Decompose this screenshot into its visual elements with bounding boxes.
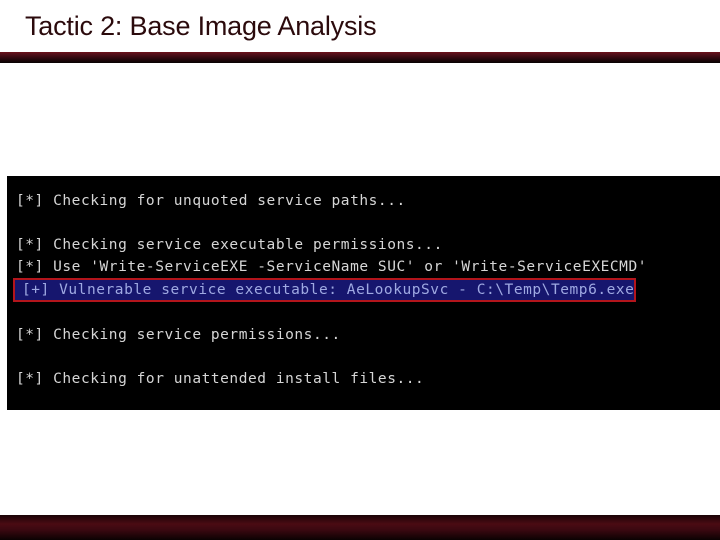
- terminal-line-highlighted: [+] Vulnerable service executable: AeLoo…: [7, 278, 720, 302]
- terminal-line: [*] Checking service permissions...: [16, 327, 341, 343]
- terminal-line-list: [*] Checking for unquoted service paths.…: [7, 190, 720, 390]
- terminal-line: [*] Use 'Write-ServiceEXE -ServiceName S…: [16, 259, 648, 275]
- page-title: Tactic 2: Base Image Analysis: [25, 11, 377, 41]
- terminal-line: [*] Checking service executable permissi…: [16, 237, 443, 253]
- vulnerable-service-callout: [+] Vulnerable service executable: AeLoo…: [13, 278, 637, 302]
- terminal-line: [*] Checking for unattended install file…: [16, 371, 425, 387]
- header-divider: [0, 52, 720, 63]
- terminal-output-panel: [*] Checking for unquoted service paths.…: [7, 176, 720, 410]
- terminal-line: [*] Checking for unquoted service paths.…: [16, 193, 406, 209]
- footer-divider: [0, 515, 720, 540]
- slide-header: Tactic 2: Base Image Analysis: [0, 0, 720, 63]
